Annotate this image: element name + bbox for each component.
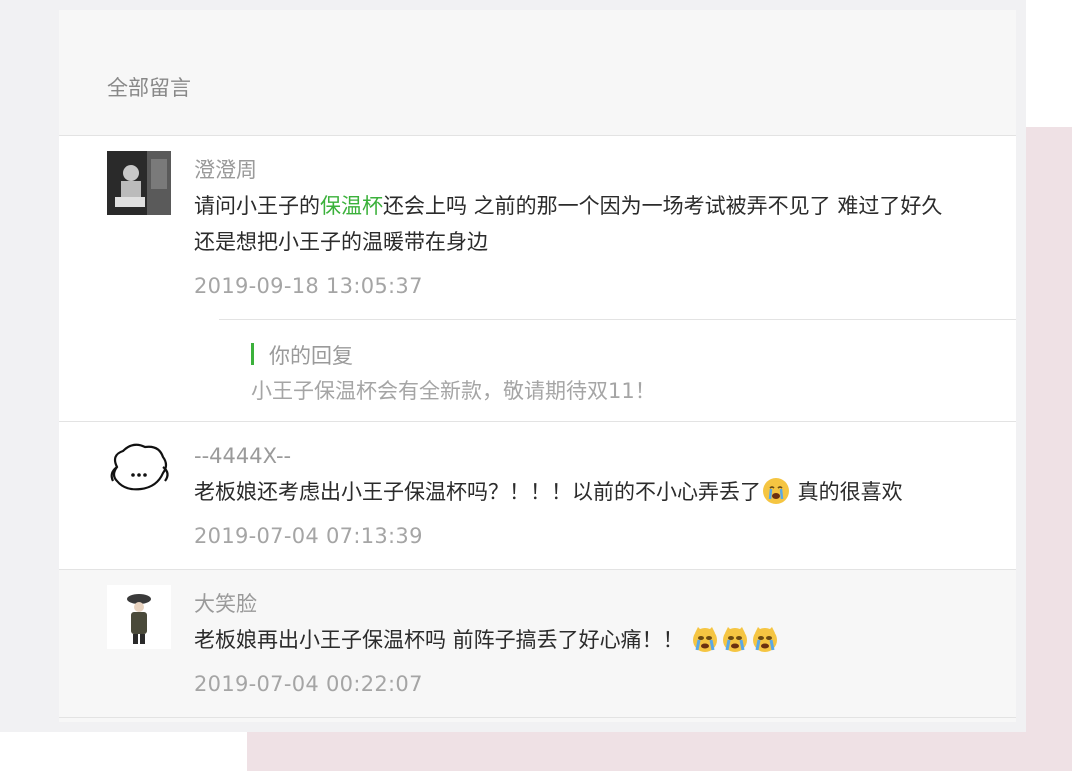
crying-cat-icon [723,627,748,652]
content-text: 请问小王子的 [194,194,320,218]
comment-item: 大笑脸 老板娘再出小王子保温杯吗 前阵子搞丢了好心痛！！ 2019-07-04 … [59,570,1016,718]
avatar[interactable] [107,151,171,215]
author-reply: 你的回复 小王子保温杯会有全新款，敬请期待双11！ [219,319,1016,422]
comment-timestamp: 2019-07-04 00:22:07 [194,672,423,696]
nickname[interactable]: 澄澄周 [194,156,1006,184]
avatar-figure-icon [107,585,171,649]
comment-timestamp: 2019-09-18 13:05:37 [194,274,423,298]
content-text: 老板娘再出小王子保温杯吗 前阵子搞丢了好心痛！！ [194,628,684,652]
comment-content: 请问小王子的保温杯还会上吗 之前的那一个因为一场考试被弄不见了 难过了好久 还是… [194,188,1006,260]
reply-text: 小王子保温杯会有全新款，敬请期待双11！ [251,379,656,403]
comment-content: 老板娘再出小王子保温杯吗 前阵子搞丢了好心痛！！ [194,622,1006,658]
comment-body: 澄澄周 请问小王子的保温杯还会上吗 之前的那一个因为一场考试被弄不见了 难过了好… [194,156,1006,298]
crying-cat-icon [693,627,718,652]
nickname[interactable]: 大笑脸 [194,590,1006,618]
avatar[interactable] [107,585,171,649]
comment-body: 大笑脸 老板娘再出小王子保温杯吗 前阵子搞丢了好心痛！！ 2019-07-04 … [194,590,1006,696]
reply-label: 你的回复 [251,340,353,370]
content-text: 还会上吗 之前的那一个因为一场考试被弄不见了 难过了好久 [383,194,943,218]
nickname[interactable]: --4444X-- [194,442,1006,470]
comments-panel: 全部留言 澄澄周 请问小王子的保温杯还会上吗 之前的那一个因为一场考试被弄不见了… [59,10,1016,722]
avatar-photo-icon [107,151,171,215]
comment-content: 老板娘还考虑出小王子保温杯吗？！！！以前的不小心弄丢了 真的很喜欢 [194,474,1006,510]
comment-body: --4444X-- 老板娘还考虑出小王子保温杯吗？！！！以前的不小心弄丢了 真的… [194,442,1006,548]
panel-header: 全部留言 [59,10,1016,136]
comment-item: 澄澄周 请问小王子的保温杯还会上吗 之前的那一个因为一场考试被弄不见了 难过了好… [59,136,1016,422]
comment-timestamp: 2019-07-04 07:13:39 [194,524,423,548]
comment-item: --4444X-- 老板娘还考虑出小王子保温杯吗？！！！以前的不小心弄丢了 真的… [59,422,1016,570]
avatar-doodle-icon [107,437,171,501]
content-text: 真的很喜欢 [791,480,903,504]
avatar[interactable] [107,437,171,501]
content-text: 老板娘还考虑出小王子保温杯吗？！！！以前的不小心弄丢了 [194,480,761,504]
crying-face-icon [763,478,789,504]
highlighted-keyword[interactable]: 保温杯 [320,194,383,218]
panel-title: 全部留言 [107,76,191,100]
crying-cat-icon [753,627,778,652]
content-text: 还是想把小王子的温暖带在身边 [194,230,488,254]
